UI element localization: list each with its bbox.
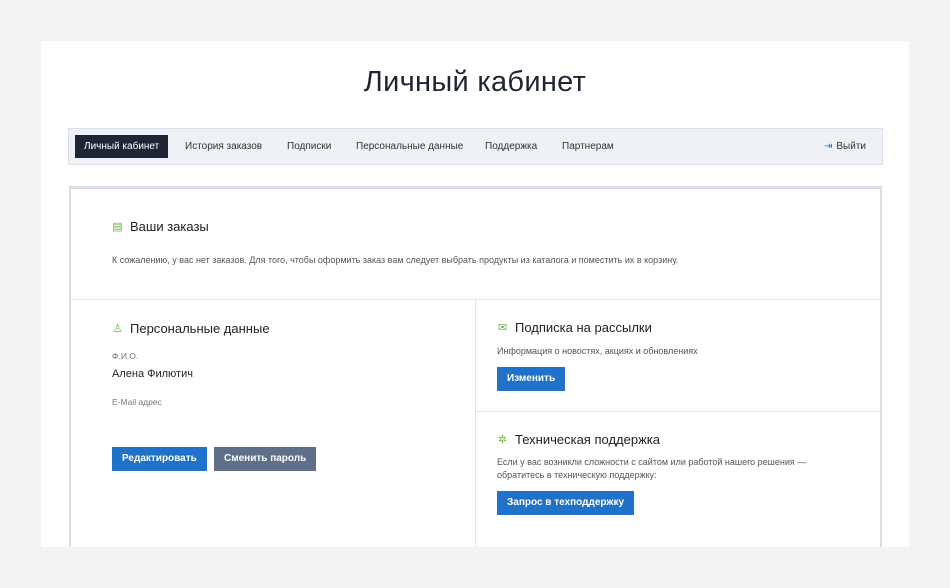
support-request-button[interactable]: Запрос в техподдержку — [497, 491, 635, 515]
support-text-2: обратитесь в техническую поддержку: — [497, 470, 657, 480]
orders-title-text: Ваши заказы — [130, 219, 209, 234]
tab-order-history[interactable]: История заказов — [176, 135, 271, 158]
subscription-title: ✉ Подписка на рассылки — [497, 320, 652, 335]
support-title-text: Техническая поддержка — [515, 432, 660, 447]
gear-icon: ✲ — [497, 434, 508, 446]
logout-label: Выйти — [836, 141, 866, 152]
tab-partners[interactable]: Партнерам — [553, 135, 623, 158]
name-label: Ф.И.О. — [112, 351, 139, 361]
logout-button[interactable]: ⇥ Выйти — [824, 135, 866, 158]
nav-bar: Личный кабинет История заказов Подписки … — [68, 128, 883, 165]
tab-subscriptions[interactable]: Подписки — [278, 135, 340, 158]
divider — [475, 299, 476, 547]
personal-title: ♙ Персональные данные — [112, 321, 270, 336]
tab-support[interactable]: Поддержка — [476, 135, 546, 158]
tab-dashboard[interactable]: Личный кабинет — [75, 135, 169, 158]
subscription-text: Информация о новостях, акциях и обновлен… — [497, 346, 698, 356]
divider — [476, 411, 880, 412]
logout-icon: ⇥ — [824, 141, 833, 152]
change-subscription-button[interactable]: Изменить — [497, 367, 566, 391]
orders-title: ▤ Ваши заказы — [112, 219, 209, 234]
personal-title-text: Персональные данные — [130, 321, 270, 336]
edit-button[interactable]: Редактировать — [112, 447, 207, 471]
orders-empty-text: К сожалению, у вас нет заказов. Для того… — [112, 255, 679, 265]
email-label: E-Mail адрес — [112, 397, 162, 407]
user-icon: ♙ — [112, 323, 123, 335]
page-title: Личный кабинет — [363, 66, 587, 98]
name-value: Алена Филютич — [112, 368, 193, 380]
support-text-1: Если у вас возникли сложности с сайтом и… — [497, 457, 807, 467]
subscription-title-text: Подписка на рассылки — [515, 320, 652, 335]
mail-icon: ✉ — [497, 322, 508, 334]
change-password-button[interactable]: Сменить пароль — [214, 447, 317, 471]
archive-icon: ▤ — [112, 221, 123, 233]
support-title: ✲ Техническая поддержка — [497, 432, 660, 447]
tab-personal-data[interactable]: Персональные данные — [347, 135, 472, 158]
